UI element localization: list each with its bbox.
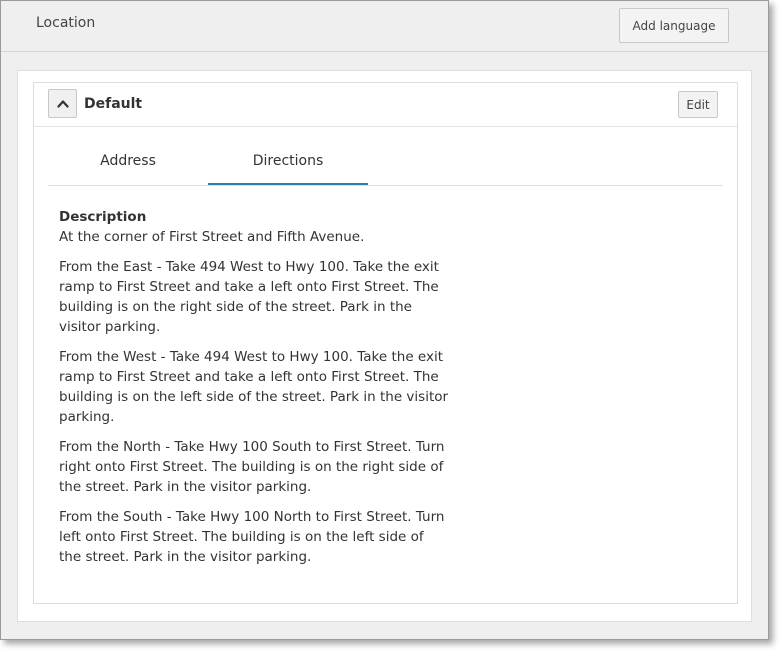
description-paragraph: From the East - Take 494 West to Hwy 100… bbox=[59, 259, 439, 335]
collapse-button[interactable] bbox=[48, 89, 77, 118]
location-panel: Default Edit Address Directions Descript… bbox=[17, 70, 752, 622]
tab-address[interactable]: Address bbox=[48, 127, 208, 185]
location-window: Location Add language Default Edit Addre… bbox=[0, 0, 769, 640]
description-paragraph: From the South - Take Hwy 100 North to F… bbox=[59, 509, 445, 565]
header-bar: Location Add language bbox=[1, 1, 768, 52]
default-language-card: Default Edit Address Directions Descript… bbox=[33, 82, 738, 604]
description-paragraph: From the North - Take Hwy 100 South to F… bbox=[59, 439, 445, 495]
card-header: Default Edit bbox=[34, 83, 737, 127]
chevron-up-icon bbox=[57, 100, 69, 108]
tab-bar: Address Directions bbox=[48, 127, 723, 186]
page-title: Location bbox=[36, 15, 96, 31]
description-label: Description bbox=[59, 209, 147, 225]
card-title: Default bbox=[84, 96, 143, 112]
directions-content: Description At the corner of First Stree… bbox=[59, 207, 449, 577]
description-paragraph: At the corner of First Street and Fifth … bbox=[59, 229, 365, 245]
add-language-button[interactable]: Add language bbox=[619, 8, 729, 43]
description-paragraph: From the West - Take 494 West to Hwy 100… bbox=[59, 349, 449, 425]
edit-button[interactable]: Edit bbox=[678, 91, 718, 118]
tab-directions[interactable]: Directions bbox=[208, 127, 368, 185]
